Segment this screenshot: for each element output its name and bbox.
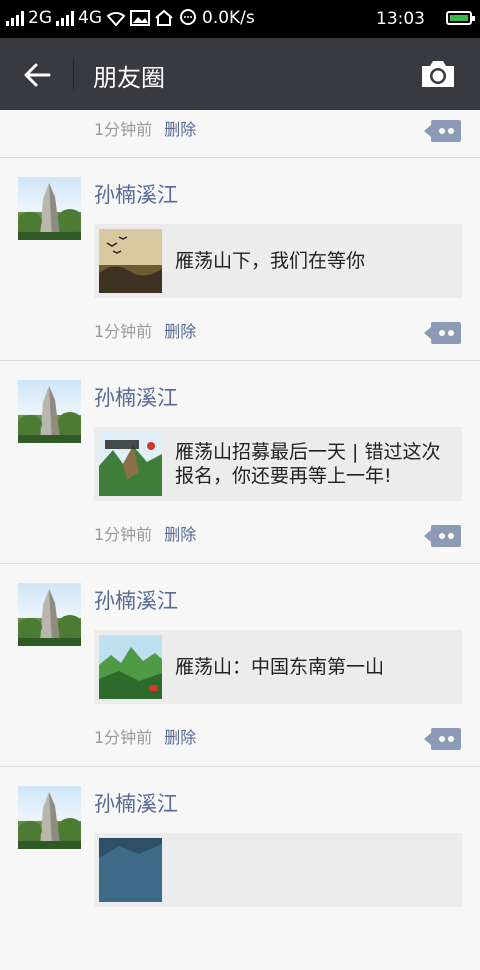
delete-link[interactable]: 删除 <box>164 525 196 544</box>
wifi-icon <box>106 12 126 26</box>
back-arrow-icon[interactable] <box>22 60 52 90</box>
yandang-mountain-poster-thumbnail <box>99 432 162 496</box>
comment-dot-icon <box>439 330 445 336</box>
signal-icon <box>6 10 24 26</box>
comment-button[interactable] <box>424 525 461 547</box>
post-meta: 1分钟前 删除 <box>94 724 196 748</box>
post-time: 1分钟前 <box>94 322 153 341</box>
chat-notification-icon <box>180 9 196 25</box>
comment-dot-icon <box>439 736 445 742</box>
post-time: 1分钟前 <box>94 728 153 747</box>
status-bar: 2G 4G 0.0K/s 13:03 <box>0 0 480 38</box>
comment-dot-icon <box>448 330 454 336</box>
comment-dot-icon <box>448 533 454 539</box>
post-meta: 1分钟前 删除 <box>94 521 196 545</box>
post-meta: 1分钟前 删除 <box>94 318 196 342</box>
comment-button[interactable] <box>424 322 461 344</box>
post-author[interactable]: 孙楠溪江 <box>94 585 178 615</box>
top-navigation-bar: 朋友圈 <box>0 38 480 110</box>
shared-link-card[interactable]: 雁荡山下，我们在等你 <box>94 224 462 298</box>
avatar[interactable] <box>18 786 81 849</box>
shared-link-card[interactable]: 雁荡山招募最后一天 | 错过这次报名，你还要再等上一年! <box>94 427 462 501</box>
image-notification-icon <box>130 10 150 26</box>
avatar-rock-image <box>18 792 81 849</box>
comment-button[interactable] <box>424 728 461 750</box>
post-author[interactable]: 孙楠溪江 <box>94 788 178 818</box>
green-mountain-thumbnail <box>99 635 162 699</box>
delete-link[interactable]: 删除 <box>164 120 196 139</box>
comment-dot-icon <box>448 128 454 134</box>
network-speed: 0.0K/s <box>202 8 255 28</box>
camera-icon[interactable] <box>420 58 456 90</box>
comment-dot-icon <box>439 533 445 539</box>
comment-dot-icon <box>448 736 454 742</box>
post-author[interactable]: 孙楠溪江 <box>94 179 178 209</box>
avatar-rock-image <box>18 589 81 646</box>
avatar[interactable] <box>18 380 81 443</box>
avatar-rock-image <box>18 183 81 240</box>
comment-dot-icon <box>439 128 445 134</box>
clock: 13:03 <box>376 9 425 29</box>
post-meta: 1分钟前 删除 <box>94 116 196 140</box>
shared-link-card[interactable]: 雁荡山：中国东南第一山 <box>94 630 462 704</box>
network-4g-label: 4G <box>78 8 102 28</box>
moment-post: 孙楠溪江 <box>0 767 480 970</box>
header-divider <box>73 58 74 90</box>
avatar[interactable] <box>18 583 81 646</box>
moment-post: 孙楠溪江 雁荡山招募最后一天 | 错过这次报名，你还要再等上一年! 1分钟前 删除 <box>0 361 480 564</box>
birds-sunset-thumbnail <box>99 229 162 293</box>
battery-icon <box>446 11 475 25</box>
page-title: 朋友圈 <box>93 64 165 92</box>
delete-link[interactable]: 删除 <box>164 322 196 341</box>
network-2g-label: 2G <box>28 8 52 28</box>
link-title: 雁荡山：中国东南第一山 <box>175 656 385 678</box>
moment-post: 孙楠溪江 雁荡山：中国东南第一山 1分钟前 删除 <box>0 564 480 767</box>
link-title: 雁荡山招募最后一天 | 错过这次报名，你还要再等上一年! <box>175 441 441 487</box>
avatar-rock-image <box>18 386 81 443</box>
delete-link[interactable]: 删除 <box>164 728 196 747</box>
post-time: 1分钟前 <box>94 525 153 544</box>
post-time: 1分钟前 <box>94 120 153 139</box>
post-author[interactable]: 孙楠溪江 <box>94 382 178 412</box>
link-title: 雁荡山下，我们在等你 <box>175 250 366 272</box>
home-icon <box>155 9 173 26</box>
shared-link-card[interactable] <box>94 833 462 907</box>
moment-post: 孙楠溪江 雁荡山下，我们在等你 1分钟前 删除 <box>0 158 480 361</box>
blue-landscape-thumbnail <box>99 838 162 902</box>
link-title <box>175 833 452 907</box>
signal-icon-2 <box>56 10 74 26</box>
status-left: 2G 4G 0.0K/s <box>6 8 255 28</box>
avatar[interactable] <box>18 177 81 240</box>
comment-button[interactable] <box>424 120 461 142</box>
